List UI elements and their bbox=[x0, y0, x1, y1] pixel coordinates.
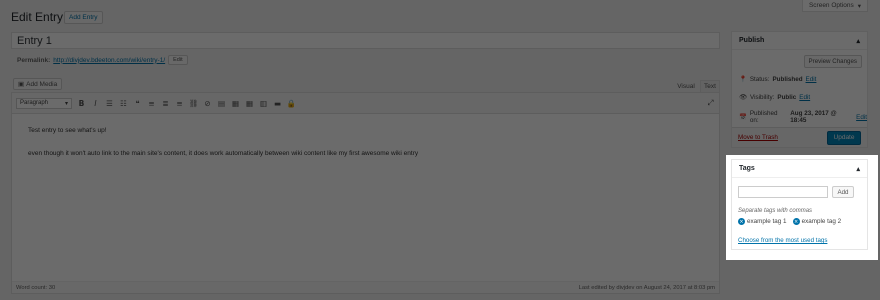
format-select-value: Paragraph bbox=[20, 100, 49, 106]
add-media-button[interactable]: ▣ Add Media bbox=[13, 78, 63, 90]
tags-header[interactable]: Tags ▴ bbox=[732, 160, 867, 178]
word-count: Word count: 30 bbox=[16, 284, 56, 291]
visibility-label: Visibility: bbox=[750, 93, 775, 101]
calendar-icon: 📅 bbox=[739, 114, 747, 121]
align-right-icon[interactable]: ≡ bbox=[175, 99, 184, 108]
format-select[interactable]: Paragraph ▾ bbox=[16, 97, 72, 109]
permalink-edit-button[interactable]: Edit bbox=[168, 55, 188, 65]
triangle-down-icon: ▾ bbox=[857, 2, 862, 10]
published-edit-link[interactable]: Edit bbox=[856, 114, 867, 121]
new-tag-input[interactable] bbox=[738, 186, 828, 198]
published-row: 📅 Published on: Aug 23, 2017 @ 18:45 Edi… bbox=[739, 110, 867, 124]
visibility-row: 👁 Visibility: Public Edit bbox=[739, 93, 810, 102]
most-used-tags-link[interactable]: Choose from the most used tags bbox=[738, 237, 827, 244]
media-icon: ▣ bbox=[18, 81, 25, 88]
bold-icon[interactable]: B bbox=[77, 99, 86, 108]
tab-visual[interactable]: Visual bbox=[672, 81, 700, 92]
status-row: 📍 Status: Published Edit bbox=[739, 75, 817, 84]
screen-options-button[interactable]: Screen Options ▾ bbox=[802, 0, 868, 12]
published-value: Aug 23, 2017 @ 18:45 bbox=[790, 110, 837, 124]
content-editor: Paragraph ▾ B I ☰ ☷ ❝ ≡ ≣ ≡ ⛓ ⊘ ▤ ▦ ▦ ▥ … bbox=[11, 92, 720, 294]
numbered-list-icon[interactable]: ☷ bbox=[119, 99, 128, 108]
preview-changes-button[interactable]: Preview Changes bbox=[803, 55, 862, 68]
add-media-label: Add Media bbox=[26, 80, 58, 88]
editor-status-bar: Word count: 30 Last edited by divjdev on… bbox=[12, 281, 719, 293]
permalink-link[interactable]: http://divjdev.bdeeton.com/wiki/entry-1/ bbox=[53, 57, 165, 64]
tag-label: example tag 2 bbox=[801, 218, 842, 225]
tag-list: × example tag 1 × example tag 2 bbox=[738, 218, 841, 225]
triangle-down-icon: ▾ bbox=[64, 100, 68, 107]
editor-toolbar: Paragraph ▾ B I ☰ ☷ ❝ ≡ ≣ ≡ ⛓ ⊘ ▤ ▦ ▦ ▥ … bbox=[12, 93, 719, 114]
triangle-up-icon: ▴ bbox=[856, 37, 860, 45]
content-paragraph: Test entry to see what's up! bbox=[28, 127, 107, 134]
status-label: Status: bbox=[749, 75, 770, 83]
tab-text[interactable]: Text bbox=[700, 80, 720, 92]
tags-box: Tags ▴ Add Separate tags with commas × e… bbox=[731, 159, 868, 250]
toolbar-toggle-icon[interactable]: ▦ bbox=[231, 99, 240, 108]
remove-tag-icon[interactable]: × bbox=[738, 218, 745, 225]
content-paragraph: even though it won't auto link to the ma… bbox=[28, 150, 419, 157]
align-center-icon[interactable]: ≣ bbox=[161, 99, 170, 108]
pin-icon: 📍 bbox=[739, 76, 747, 83]
update-button[interactable]: Update bbox=[827, 130, 861, 145]
tags-title: Tags bbox=[739, 165, 755, 172]
editor-content[interactable]: Test entry to see what's up! even though… bbox=[12, 114, 719, 186]
italic-icon[interactable]: I bbox=[91, 99, 100, 108]
remove-tag-icon[interactable]: × bbox=[792, 218, 800, 225]
unlink-icon[interactable]: ⊘ bbox=[203, 99, 212, 108]
tags-hint: Separate tags with commas bbox=[738, 208, 813, 214]
embed-icon[interactable]: ▬ bbox=[273, 99, 282, 108]
lock-icon[interactable]: 🔒 bbox=[287, 99, 296, 108]
publish-box: Publish ▴ Preview Changes 📍 Status: Publ… bbox=[731, 31, 868, 148]
visibility-edit-link[interactable]: Edit bbox=[799, 94, 810, 101]
gallery-icon[interactable]: ▥ bbox=[259, 99, 268, 108]
bullet-list-icon[interactable]: ☰ bbox=[105, 99, 114, 108]
insert-more-icon[interactable]: ▤ bbox=[217, 99, 226, 108]
page-title: Edit Entry bbox=[11, 10, 64, 24]
eye-icon: 👁 bbox=[739, 94, 747, 101]
quote-icon[interactable]: ❝ bbox=[133, 99, 142, 108]
publish-title: Publish bbox=[739, 37, 765, 44]
status-edit-link[interactable]: Edit bbox=[806, 76, 817, 83]
publish-actions: Move to Trash Update bbox=[732, 127, 867, 147]
table-icon[interactable]: ▦ bbox=[245, 99, 254, 108]
move-to-trash-link[interactable]: Move to Trash bbox=[738, 134, 778, 141]
fullscreen-icon[interactable]: ⤢ bbox=[706, 98, 715, 108]
post-title-input[interactable]: Entry 1 bbox=[11, 32, 720, 49]
link-icon[interactable]: ⛓ bbox=[189, 99, 199, 108]
publish-header[interactable]: Publish ▴ bbox=[732, 32, 867, 50]
screen-options-label: Screen Options bbox=[808, 2, 854, 9]
permalink-row: Permalink: http://divjdev.bdeeton.com/wi… bbox=[17, 55, 188, 65]
align-left-icon[interactable]: ≡ bbox=[147, 99, 156, 108]
tag-label: example tag 1 bbox=[747, 218, 787, 225]
add-entry-button[interactable]: Add Entry bbox=[64, 11, 103, 24]
last-edited: Last edited by divjdev on August 24, 201… bbox=[578, 284, 715, 291]
tag-item: × example tag 1 bbox=[738, 218, 787, 225]
triangle-up-icon: ▴ bbox=[856, 165, 860, 173]
tag-item: × example tag 2 bbox=[792, 218, 842, 225]
add-tag-button[interactable]: Add bbox=[832, 186, 854, 198]
visibility-value: Public bbox=[777, 93, 797, 101]
permalink-label: Permalink: bbox=[17, 56, 51, 64]
published-label: Published on: bbox=[749, 110, 778, 124]
status-value: Published bbox=[772, 75, 803, 83]
